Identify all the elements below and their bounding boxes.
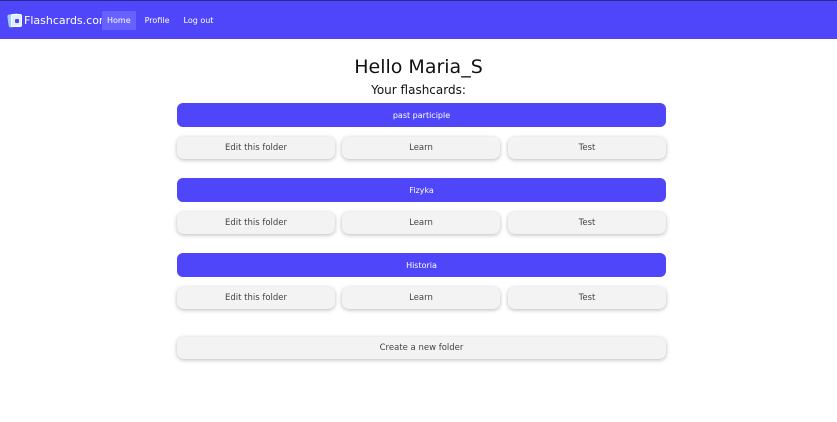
folder-card: Fizyka Edit this folder Learn Test — [177, 178, 666, 234]
folder-title-button[interactable]: past participle — [177, 103, 666, 127]
create-folder-button[interactable]: Create a new folder — [177, 337, 666, 359]
test-button[interactable]: Test — [508, 212, 666, 234]
test-button[interactable]: Test — [508, 137, 666, 159]
learn-button[interactable]: Learn — [342, 287, 500, 309]
nav-home-link[interactable]: Home — [102, 11, 136, 30]
folder-actions: Edit this folder Learn Test — [177, 287, 666, 309]
test-button[interactable]: Test — [508, 287, 666, 309]
nav-links: Home Profile Log out — [102, 11, 218, 30]
folder-actions: Edit this folder Learn Test — [177, 137, 666, 159]
nav-logout-link[interactable]: Log out — [179, 11, 219, 30]
folder-card: past participle Edit this folder Learn T… — [177, 103, 666, 159]
folder-card: Historia Edit this folder Learn Test — [177, 253, 666, 309]
edit-folder-button[interactable]: Edit this folder — [177, 137, 335, 159]
brand-link[interactable]: Flashcards.com — [7, 11, 110, 29]
edit-folder-button[interactable]: Edit this folder — [177, 212, 335, 234]
folder-actions: Edit this folder Learn Test — [177, 212, 666, 234]
flashcards-subtitle: Your flashcards: — [371, 83, 466, 97]
top-navbar: Flashcards.com Home Profile Log out — [0, 0, 837, 39]
folder-title-button[interactable]: Fizyka — [177, 178, 666, 202]
edit-folder-button[interactable]: Edit this folder — [177, 287, 335, 309]
greeting-heading: Hello Maria_S — [354, 56, 483, 78]
brand-name: Flashcards.com — [24, 13, 110, 27]
learn-button[interactable]: Learn — [342, 137, 500, 159]
flashcards-logo-icon — [7, 13, 22, 28]
folder-title-button[interactable]: Historia — [177, 253, 666, 277]
learn-button[interactable]: Learn — [342, 212, 500, 234]
nav-profile-link[interactable]: Profile — [140, 11, 175, 30]
